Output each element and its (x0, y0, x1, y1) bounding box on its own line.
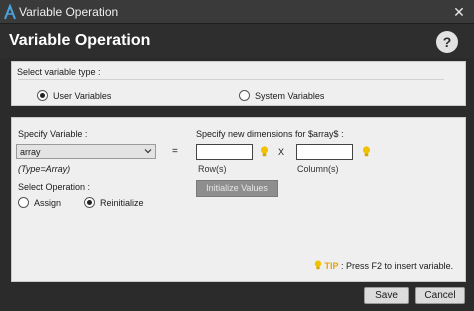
variable-type-hint: (Type=Array) (18, 164, 71, 174)
initialize-values-button[interactable]: Initialize Values (196, 180, 278, 197)
cancel-button[interactable]: Cancel (415, 287, 465, 304)
tip-label: TIP (324, 261, 339, 271)
user-variables-radio[interactable] (37, 90, 48, 101)
chevron-down-icon (144, 149, 152, 154)
app-logo-icon (4, 4, 16, 20)
assign-radio[interactable] (18, 197, 29, 208)
help-button[interactable]: ? (436, 31, 458, 53)
dialog-header: Variable Operation (0, 24, 474, 58)
reinitialize-radio[interactable] (84, 197, 95, 208)
system-variables-radio[interactable] (239, 90, 250, 101)
lightbulb-icon[interactable] (362, 146, 371, 158)
variable-select-value: array (20, 147, 41, 157)
dialog-title: Variable Operation (9, 32, 151, 49)
lightbulb-icon[interactable] (260, 146, 269, 158)
close-button[interactable]: ✕ (448, 2, 470, 22)
equals-sign: = (172, 146, 178, 157)
help-icon: ? (442, 34, 452, 50)
columns-input[interactable] (296, 144, 353, 160)
window-titlebar: Variable Operation ✕ (0, 0, 474, 24)
specify-variable-label: Specify Variable : (18, 129, 88, 139)
reinitialize-label[interactable]: Reinitialize (100, 198, 144, 208)
select-operation-label: Select Operation : (18, 182, 91, 192)
columns-label: Column(s) (297, 164, 339, 174)
variable-type-label: Select variable type : (17, 67, 101, 77)
rows-input[interactable] (196, 144, 253, 160)
variable-type-panel: Select variable type : User Variables Sy… (11, 61, 466, 106)
tip-line: TIP : Press F2 to insert variable. (314, 260, 453, 271)
dimension-separator: X (278, 147, 285, 157)
divider (18, 79, 444, 80)
user-variables-label[interactable]: User Variables (53, 91, 111, 101)
variable-settings-panel: Specify Variable : array (Type=Array) = … (11, 117, 466, 282)
lightbulb-icon (314, 260, 322, 270)
save-button[interactable]: Save (364, 287, 409, 304)
window-title: Variable Operation (19, 5, 119, 19)
assign-label[interactable]: Assign (34, 198, 61, 208)
variable-select[interactable]: array (16, 144, 156, 159)
tip-text: : Press F2 to insert variable. (341, 261, 454, 271)
system-variables-label[interactable]: System Variables (255, 91, 324, 101)
close-icon: ✕ (453, 4, 465, 20)
dimensions-label: Specify new dimensions for $array$ : (196, 129, 344, 139)
rows-label: Row(s) (198, 164, 227, 174)
